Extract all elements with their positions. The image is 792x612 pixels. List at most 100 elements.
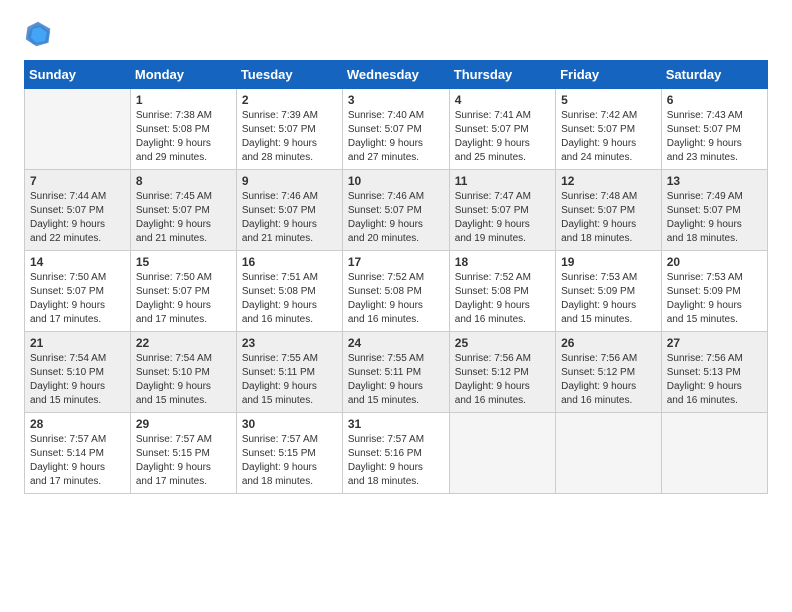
day-info: Sunrise: 7:55 AM Sunset: 5:11 PM Dayligh… [348, 352, 444, 408]
calendar-cell: 9 Sunrise: 7:46 AM Sunset: 5:07 PM Daylig… [236, 170, 342, 251]
calendar-cell: 5 Sunrise: 7:42 AM Sunset: 5:07 PM Daylig… [556, 89, 662, 170]
day-number: 19 [561, 255, 656, 269]
calendar-header-cell: Friday [556, 61, 662, 89]
day-number: 17 [348, 255, 444, 269]
day-info: Sunrise: 7:53 AM Sunset: 5:09 PM Dayligh… [667, 271, 762, 327]
calendar-header-cell: Saturday [661, 61, 767, 89]
day-info: Sunrise: 7:56 AM Sunset: 5:13 PM Dayligh… [667, 352, 762, 408]
calendar-cell [661, 413, 767, 494]
day-info: Sunrise: 7:48 AM Sunset: 5:07 PM Dayligh… [561, 190, 656, 246]
day-number: 8 [136, 174, 231, 188]
day-info: Sunrise: 7:42 AM Sunset: 5:07 PM Dayligh… [561, 109, 656, 165]
calendar-table: SundayMondayTuesdayWednesdayThursdayFrid… [24, 60, 768, 494]
day-number: 4 [455, 93, 550, 107]
day-number: 24 [348, 336, 444, 350]
day-number: 21 [30, 336, 125, 350]
day-number: 10 [348, 174, 444, 188]
calendar-week-row: 1 Sunrise: 7:38 AM Sunset: 5:08 PM Daylig… [25, 89, 768, 170]
day-number: 9 [242, 174, 337, 188]
day-number: 27 [667, 336, 762, 350]
day-number: 5 [561, 93, 656, 107]
logo-icon [24, 20, 52, 48]
day-info: Sunrise: 7:51 AM Sunset: 5:08 PM Dayligh… [242, 271, 337, 327]
day-number: 23 [242, 336, 337, 350]
day-info: Sunrise: 7:56 AM Sunset: 5:12 PM Dayligh… [561, 352, 656, 408]
calendar-cell: 27 Sunrise: 7:56 AM Sunset: 5:13 PM Dayli… [661, 332, 767, 413]
calendar-cell: 17Sunrise: 7:52 AM Sunset: 5:08 PM Dayli… [342, 251, 449, 332]
day-info: Sunrise: 7:45 AM Sunset: 5:07 PM Dayligh… [136, 190, 231, 246]
day-number: 30 [242, 417, 337, 431]
day-info: Sunrise: 7:43 AM Sunset: 5:07 PM Dayligh… [667, 109, 762, 165]
day-number: 18 [455, 255, 550, 269]
calendar-header-row: SundayMondayTuesdayWednesdayThursdayFrid… [25, 61, 768, 89]
day-number: 14 [30, 255, 125, 269]
day-info: Sunrise: 7:52 AM Sunset: 5:08 PM Dayligh… [455, 271, 550, 327]
calendar-cell: 22 Sunrise: 7:54 AM Sunset: 5:10 PM Dayli… [130, 332, 236, 413]
day-info: Sunrise: 7:39 AM Sunset: 5:07 PM Dayligh… [242, 109, 337, 165]
day-number: 31 [348, 417, 444, 431]
day-number: 13 [667, 174, 762, 188]
day-number: 29 [136, 417, 231, 431]
day-info: Sunrise: 7:57 AM Sunset: 5:16 PM Dayligh… [348, 433, 444, 489]
calendar-cell: 6 Sunrise: 7:43 AM Sunset: 5:07 PM Daylig… [661, 89, 767, 170]
day-number: 7 [30, 174, 125, 188]
day-info: Sunrise: 7:53 AM Sunset: 5:09 PM Dayligh… [561, 271, 656, 327]
day-info: Sunrise: 7:46 AM Sunset: 5:07 PM Dayligh… [348, 190, 444, 246]
calendar-cell: 15Sunrise: 7:50 AM Sunset: 5:07 PM Dayli… [130, 251, 236, 332]
logo [24, 20, 56, 48]
calendar-cell: 12Sunrise: 7:48 AM Sunset: 5:07 PM Dayli… [556, 170, 662, 251]
calendar-cell [556, 413, 662, 494]
calendar-cell: 14Sunrise: 7:50 AM Sunset: 5:07 PM Dayli… [25, 251, 131, 332]
day-info: Sunrise: 7:44 AM Sunset: 5:07 PM Dayligh… [30, 190, 125, 246]
calendar-cell: 25 Sunrise: 7:56 AM Sunset: 5:12 PM Dayli… [449, 332, 555, 413]
calendar-header-cell: Monday [130, 61, 236, 89]
calendar-cell: 4 Sunrise: 7:41 AM Sunset: 5:07 PM Daylig… [449, 89, 555, 170]
day-number: 25 [455, 336, 550, 350]
calendar-cell: 24 Sunrise: 7:55 AM Sunset: 5:11 PM Dayli… [342, 332, 449, 413]
day-info: Sunrise: 7:38 AM Sunset: 5:08 PM Dayligh… [136, 109, 231, 165]
day-info: Sunrise: 7:54 AM Sunset: 5:10 PM Dayligh… [136, 352, 231, 408]
day-info: Sunrise: 7:46 AM Sunset: 5:07 PM Dayligh… [242, 190, 337, 246]
calendar-cell: 3 Sunrise: 7:40 AM Sunset: 5:07 PM Daylig… [342, 89, 449, 170]
calendar-week-row: 7 Sunrise: 7:44 AM Sunset: 5:07 PM Daylig… [25, 170, 768, 251]
day-number: 11 [455, 174, 550, 188]
day-number: 1 [136, 93, 231, 107]
day-number: 28 [30, 417, 125, 431]
day-number: 6 [667, 93, 762, 107]
day-number: 3 [348, 93, 444, 107]
day-number: 22 [136, 336, 231, 350]
calendar-cell: 1 Sunrise: 7:38 AM Sunset: 5:08 PM Daylig… [130, 89, 236, 170]
calendar-cell: 2 Sunrise: 7:39 AM Sunset: 5:07 PM Daylig… [236, 89, 342, 170]
day-info: Sunrise: 7:57 AM Sunset: 5:15 PM Dayligh… [242, 433, 337, 489]
day-info: Sunrise: 7:40 AM Sunset: 5:07 PM Dayligh… [348, 109, 444, 165]
day-info: Sunrise: 7:49 AM Sunset: 5:07 PM Dayligh… [667, 190, 762, 246]
calendar-cell: 21Sunrise: 7:54 AM Sunset: 5:10 PM Dayli… [25, 332, 131, 413]
calendar-header-cell: Tuesday [236, 61, 342, 89]
day-info: Sunrise: 7:41 AM Sunset: 5:07 PM Dayligh… [455, 109, 550, 165]
calendar-cell [25, 89, 131, 170]
page-header [24, 20, 768, 48]
day-number: 26 [561, 336, 656, 350]
calendar-cell: 11 Sunrise: 7:47 AM Sunset: 5:07 PM Dayli… [449, 170, 555, 251]
day-info: Sunrise: 7:57 AM Sunset: 5:14 PM Dayligh… [30, 433, 125, 489]
calendar-cell: 7 Sunrise: 7:44 AM Sunset: 5:07 PM Daylig… [25, 170, 131, 251]
calendar-cell: 31 Sunrise: 7:57 AM Sunset: 5:16 PM Dayli… [342, 413, 449, 494]
calendar-week-row: 28 Sunrise: 7:57 AM Sunset: 5:14 PM Dayli… [25, 413, 768, 494]
calendar-header-cell: Sunday [25, 61, 131, 89]
calendar-cell: 23 Sunrise: 7:55 AM Sunset: 5:11 PM Dayli… [236, 332, 342, 413]
calendar-cell: 8 Sunrise: 7:45 AM Sunset: 5:07 PM Daylig… [130, 170, 236, 251]
calendar-week-row: 14 Sunrise: 7:50 AM Sunset: 5:07 PM Dayli… [25, 251, 768, 332]
calendar-cell: 30 Sunrise: 7:57 AM Sunset: 5:15 PM Dayli… [236, 413, 342, 494]
calendar-cell [449, 413, 555, 494]
day-info: Sunrise: 7:56 AM Sunset: 5:12 PM Dayligh… [455, 352, 550, 408]
calendar-header-cell: Wednesday [342, 61, 449, 89]
calendar-cell: 28 Sunrise: 7:57 AM Sunset: 5:14 PM Dayli… [25, 413, 131, 494]
calendar-cell: 20Sunrise: 7:53 AM Sunset: 5:09 PM Dayli… [661, 251, 767, 332]
calendar-cell: 29Sunrise: 7:57 AM Sunset: 5:15 PM Dayli… [130, 413, 236, 494]
day-info: Sunrise: 7:55 AM Sunset: 5:11 PM Dayligh… [242, 352, 337, 408]
day-info: Sunrise: 7:50 AM Sunset: 5:07 PM Dayligh… [136, 271, 231, 327]
calendar-header-cell: Thursday [449, 61, 555, 89]
day-info: Sunrise: 7:47 AM Sunset: 5:07 PM Dayligh… [455, 190, 550, 246]
day-number: 2 [242, 93, 337, 107]
calendar-cell: 18 Sunrise: 7:52 AM Sunset: 5:08 PM Dayli… [449, 251, 555, 332]
